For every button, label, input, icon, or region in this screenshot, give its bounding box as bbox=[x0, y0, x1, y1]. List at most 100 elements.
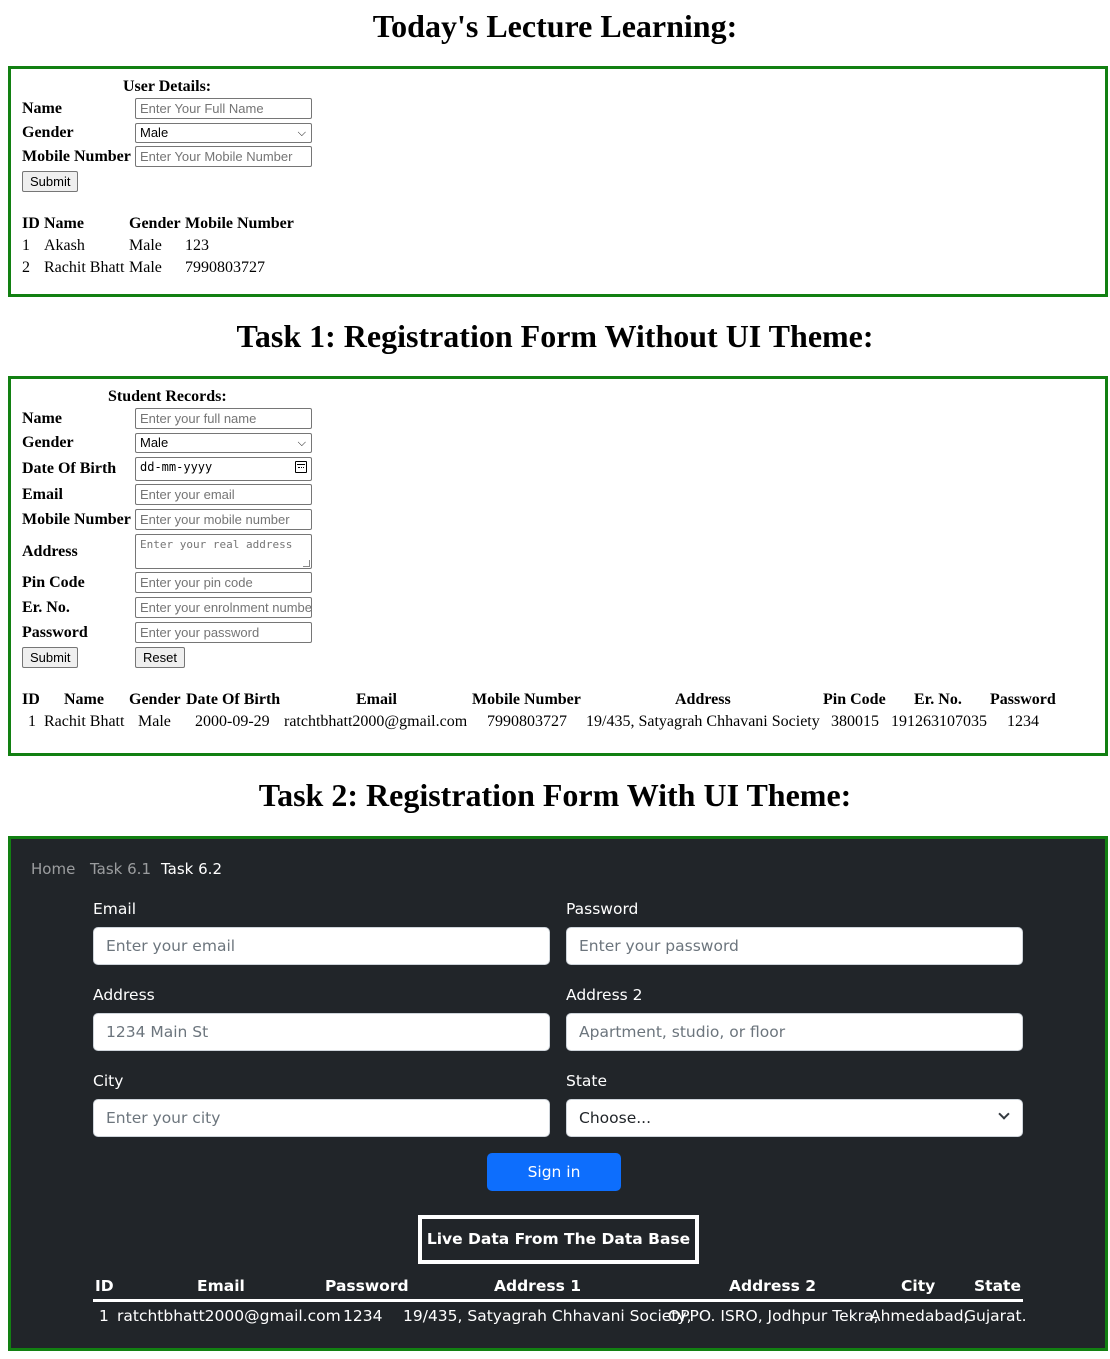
table-header: Name bbox=[64, 691, 104, 708]
task2-title: Task 2: Registration Form With UI Theme: bbox=[258, 777, 852, 813]
mobile-label: Mobile Number bbox=[22, 511, 131, 528]
table-header: Email bbox=[356, 691, 397, 708]
password-input[interactable]: Enter your password bbox=[135, 622, 312, 643]
table-cell: Ahmedabad, bbox=[870, 1307, 969, 1325]
table-header: Mobile Number bbox=[472, 691, 581, 708]
calendar-icon[interactable] bbox=[295, 461, 307, 473]
table-cell: Rachit Bhatt bbox=[44, 713, 125, 730]
table-header: Address 2 bbox=[729, 1277, 816, 1295]
password-label: Password bbox=[566, 900, 639, 918]
city-label: City bbox=[93, 1072, 124, 1090]
resize-handle-icon[interactable] bbox=[303, 560, 310, 567]
table-cell: 7990803727 bbox=[487, 713, 567, 730]
erno-input[interactable]: Enter your enrolnment number bbox=[135, 597, 312, 618]
student-submit-button[interactable]: Submit bbox=[22, 647, 79, 668]
gender-select-value: Male bbox=[140, 435, 169, 450]
email-label: Email bbox=[22, 486, 63, 503]
address-placeholder: Enter your real address bbox=[140, 538, 293, 551]
table-cell: Male bbox=[129, 237, 162, 254]
table-header: Name bbox=[44, 215, 84, 232]
table-cell: ratchtbhatt2000@gmail.com bbox=[117, 1307, 341, 1325]
table-header: Email bbox=[197, 1277, 245, 1295]
dob-label: Date Of Birth bbox=[22, 460, 117, 477]
table-cell: Male bbox=[129, 259, 162, 276]
student-records-caption: Student Records: bbox=[108, 388, 227, 405]
name-input[interactable]: Enter Your Full Name bbox=[135, 98, 312, 119]
password-label: Password bbox=[22, 624, 88, 641]
state-select-value: Choose... bbox=[579, 1109, 652, 1127]
table-header: Password bbox=[990, 691, 1056, 708]
table-cell: Akash bbox=[44, 237, 85, 254]
mobile-label: Mobile Number bbox=[22, 148, 131, 165]
table-cell: 1234 bbox=[343, 1307, 383, 1325]
live-data-heading: Live Data From The Data Base bbox=[418, 1215, 699, 1264]
nav-task-6-2[interactable]: Task 6.2 bbox=[161, 859, 222, 879]
gender-select[interactable]: Male ⌵ bbox=[135, 123, 312, 143]
table-cell: 1234 bbox=[1007, 713, 1039, 730]
erno-label: Er. No. bbox=[22, 599, 70, 616]
city-input[interactable]: Enter your city bbox=[93, 1099, 550, 1137]
table-header: Address bbox=[675, 691, 731, 708]
table-cell: 123 bbox=[185, 237, 209, 254]
table-header: City bbox=[901, 1277, 936, 1295]
themed-form-box: Home Task 6.1 Task 6.2 Email Enter your … bbox=[8, 836, 1108, 1351]
table-cell: ratchtbhatt2000@gmail.com bbox=[284, 713, 468, 730]
pin-input[interactable]: Enter your pin code bbox=[135, 572, 312, 593]
email-input[interactable]: Enter your email bbox=[135, 484, 312, 505]
nav-task-6-1[interactable]: Task 6.1 bbox=[90, 859, 151, 879]
gender-select[interactable]: Male ⌵ bbox=[135, 433, 312, 453]
password-input[interactable]: Enter your password bbox=[566, 927, 1023, 965]
table-header: Mobile Number bbox=[185, 215, 294, 232]
address-textarea[interactable]: Enter your real address bbox=[135, 534, 312, 569]
table-cell: Male bbox=[138, 713, 171, 730]
user-submit-button[interactable]: Submit bbox=[22, 171, 79, 192]
table-cell: 2000-09-29 bbox=[195, 713, 270, 730]
gender-label: Gender bbox=[22, 124, 74, 141]
table-header: State bbox=[974, 1277, 1021, 1295]
table-cell: 380015 bbox=[831, 713, 879, 730]
email-label: Email bbox=[93, 900, 137, 918]
table-cell: 1 bbox=[99, 1307, 109, 1325]
mobile-input[interactable]: Enter your mobile number bbox=[135, 509, 312, 530]
state-select[interactable]: Choose... bbox=[566, 1099, 1023, 1137]
table-header: ID bbox=[22, 215, 40, 232]
table-header: Gender bbox=[129, 691, 181, 708]
table-cell: 7990803727 bbox=[185, 259, 265, 276]
user-details-box: User Details: Name Enter Your Full Name … bbox=[8, 66, 1108, 297]
dob-value: dd-mm-yyyy bbox=[140, 460, 213, 474]
lecture-title: Today's Lecture Learning: bbox=[372, 8, 738, 44]
sign-in-button[interactable]: Sign in bbox=[487, 1153, 621, 1191]
table-cell: 191263107035 bbox=[891, 713, 987, 730]
table-header: Gender bbox=[129, 215, 181, 232]
name-label: Name bbox=[22, 100, 62, 117]
table-header: Password bbox=[325, 1277, 409, 1295]
address-label: Address bbox=[22, 543, 78, 560]
user-details-caption: User Details: bbox=[123, 78, 212, 95]
table-cell: 1 bbox=[28, 713, 36, 730]
gender-label: Gender bbox=[22, 434, 74, 451]
dob-input[interactable]: dd-mm-yyyy bbox=[135, 457, 312, 481]
student-reset-button[interactable]: Reset bbox=[135, 647, 185, 668]
table-header: ID bbox=[95, 1277, 114, 1295]
email-input[interactable]: Enter your email bbox=[93, 927, 550, 965]
table-header: Er. No. bbox=[914, 691, 962, 708]
mobile-input[interactable]: Enter Your Mobile Number bbox=[135, 146, 312, 167]
address-input[interactable]: 1234 Main St bbox=[93, 1013, 550, 1051]
address2-input[interactable]: Apartment, studio, or floor bbox=[566, 1013, 1023, 1051]
name-input[interactable]: Enter your full name bbox=[135, 408, 312, 429]
table-header: Date Of Birth bbox=[186, 691, 281, 708]
state-label: State bbox=[566, 1072, 608, 1090]
table-cell: 19/435, Satyagrah Chhavani Society bbox=[586, 713, 820, 730]
table-divider bbox=[93, 1299, 1023, 1302]
table-cell: OPPO. ISRO, Jodhpur Tekra, bbox=[668, 1307, 879, 1325]
nav-home[interactable]: Home bbox=[31, 859, 75, 879]
chevron-down-icon: ⌵ bbox=[297, 437, 306, 449]
student-records-box: Student Records: Name Enter your full na… bbox=[8, 376, 1108, 756]
table-cell: 19/435, Satyagrah Chhavani Society, bbox=[403, 1307, 692, 1325]
table-header: Pin Code bbox=[823, 691, 886, 708]
table-header: ID bbox=[22, 691, 40, 708]
task1-title: Task 1: Registration Form Without UI The… bbox=[236, 318, 874, 354]
table-cell: Rachit Bhatt bbox=[44, 259, 125, 276]
chevron-down-icon bbox=[998, 1108, 1010, 1120]
name-label: Name bbox=[22, 410, 62, 427]
